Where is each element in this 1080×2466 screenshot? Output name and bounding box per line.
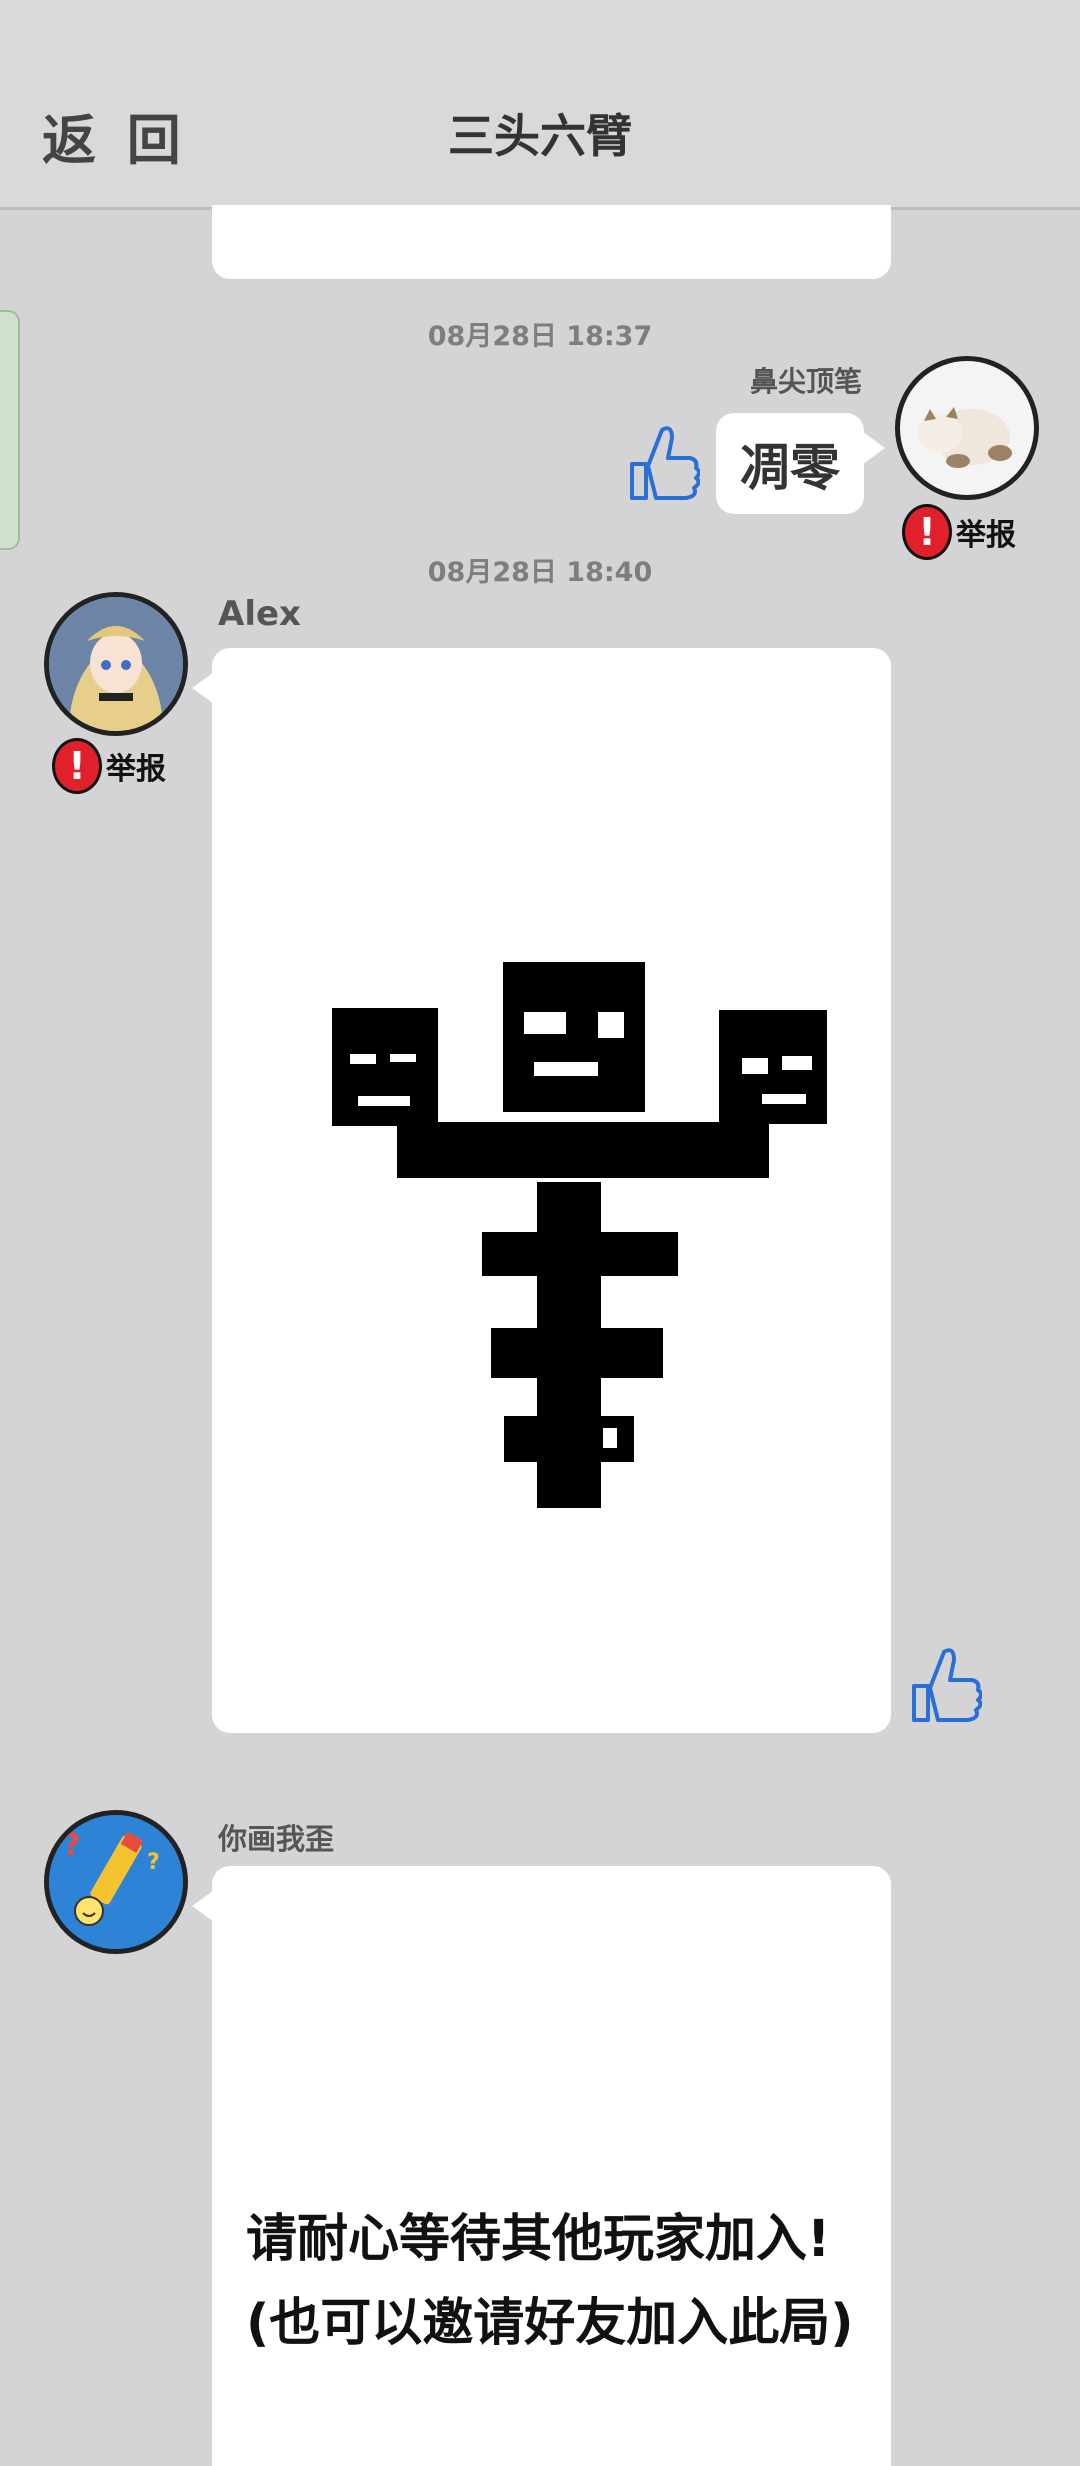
- message-timestamp: 08月28日 18:40: [427, 557, 653, 588]
- report-label: 举报: [956, 518, 1016, 553]
- alert-icon: !: [52, 738, 102, 794]
- svg-text:?: ?: [147, 1850, 160, 1875]
- waiting-message-line: (也可以邀请好友加入此局): [246, 2294, 854, 2353]
- message-text: 凋零: [740, 438, 840, 497]
- thumbs-up-icon[interactable]: [906, 1642, 983, 1728]
- report-label: 举报: [106, 752, 166, 787]
- game-logo-avatar[interactable]: ??: [44, 1810, 188, 1954]
- sender-name: 你画我歪: [218, 1822, 335, 1856]
- sender-name: Alex: [218, 594, 301, 634]
- bubble-pointer: [192, 1890, 214, 1922]
- svg-text:?: ?: [63, 1828, 80, 1863]
- message-timestamp: 08月28日 18:37: [427, 321, 653, 352]
- report-button[interactable]: ! 举报: [52, 738, 166, 794]
- bubble-pointer: [192, 672, 214, 704]
- bubble-pointer: [863, 432, 885, 464]
- previous-message-bubble: [212, 205, 891, 279]
- drawing-image: [332, 962, 827, 1508]
- sender-name: 鼻尖顶笔: [749, 365, 862, 398]
- waiting-message-line: 请耐心等待其他玩家加入!: [246, 2210, 831, 2269]
- page-title: 三头六臂: [448, 109, 632, 163]
- header-bar: 返 回 三头六臂: [0, 0, 1080, 210]
- chat-bubble[interactable]: 凋零: [716, 413, 864, 514]
- thumbs-up-icon[interactable]: [624, 420, 701, 506]
- anime-girl-avatar[interactable]: [44, 592, 188, 736]
- system-message-bubble: [212, 1866, 891, 2466]
- cat-avatar[interactable]: [895, 356, 1039, 500]
- drawing-bubble[interactable]: [212, 648, 891, 1733]
